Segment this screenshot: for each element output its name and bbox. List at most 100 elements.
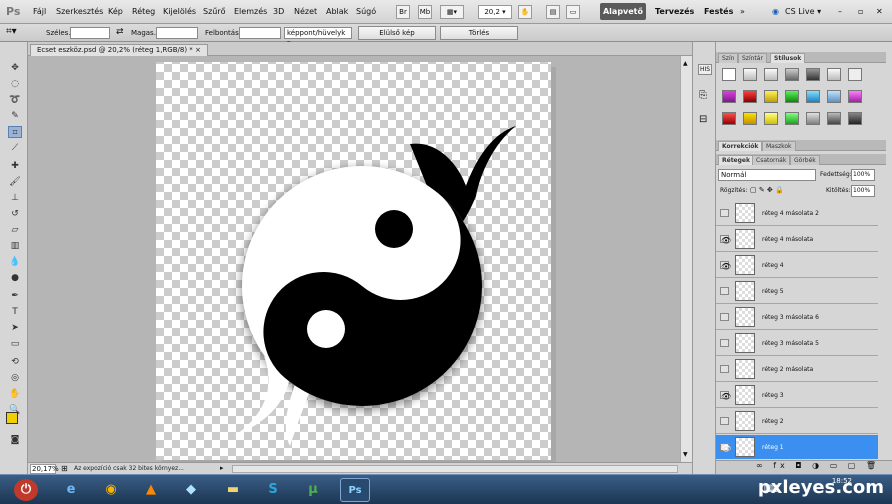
style-swatch[interactable]: [764, 68, 778, 81]
eraser-tool-icon[interactable]: ▱: [8, 224, 22, 236]
workspace-painting[interactable]: Festés: [704, 7, 733, 16]
layer-row-selected[interactable]: 👁 réteg 1: [716, 435, 878, 459]
app-icon[interactable]: ◆: [176, 478, 206, 502]
style-swatch[interactable]: [806, 112, 820, 125]
zoom-level-dropdown[interactable]: 20,2 ▾: [478, 5, 512, 19]
style-swatch[interactable]: [785, 90, 799, 103]
style-swatch[interactable]: [827, 68, 841, 81]
dodge-tool-icon[interactable]: ●: [8, 272, 22, 284]
menu-filter[interactable]: Szűrő: [203, 7, 226, 16]
path-select-tool-icon[interactable]: ➤: [8, 322, 22, 334]
vertical-scrollbar[interactable]: ▲ ▼: [680, 56, 692, 462]
style-swatch[interactable]: [806, 68, 820, 81]
eyedropper-tool-icon[interactable]: ⟋: [8, 142, 22, 154]
document-tab[interactable]: Ecset eszköz.psd @ 20,2% (réteg 1,RGB/8)…: [30, 44, 208, 56]
clear-button[interactable]: Törlés: [440, 26, 518, 40]
utorrent-icon[interactable]: µ: [298, 478, 328, 502]
3d-orbit-tool-icon[interactable]: ◎: [8, 372, 22, 384]
crop-tool-selected-icon[interactable]: ⌗: [8, 126, 22, 138]
bridge-icon[interactable]: Br: [396, 5, 410, 19]
photoshop-taskbar-icon[interactable]: Ps: [340, 478, 370, 502]
marquee-tool-icon[interactable]: ◌: [8, 78, 22, 90]
tab-adjustments[interactable]: Korrekciók: [718, 141, 763, 151]
document-close-icon[interactable]: ×: [195, 46, 201, 54]
hand-icon[interactable]: ✋: [518, 5, 532, 19]
style-swatch[interactable]: [806, 90, 820, 103]
tab-color[interactable]: Szín: [718, 53, 739, 63]
tab-curves[interactable]: Görbék: [790, 155, 820, 165]
eye-icon[interactable]: 👁: [720, 443, 731, 453]
style-swatch[interactable]: [848, 90, 862, 103]
histogram-panel-icon[interactable]: HIS: [698, 64, 713, 75]
maximize-icon[interactable]: ▫: [858, 7, 863, 16]
arrange-documents-icon[interactable]: ▤: [546, 5, 560, 19]
tab-layers[interactable]: Rétegek: [718, 155, 754, 165]
cs-live-menu[interactable]: CS Live ▾: [785, 7, 821, 16]
workspace-more[interactable]: »: [740, 7, 745, 16]
scroll-down-icon[interactable]: ▼: [683, 451, 688, 458]
visibility-toggle[interactable]: [720, 287, 729, 295]
style-swatch[interactable]: [743, 68, 757, 81]
explorer-folder-icon[interactable]: ▬: [218, 478, 248, 502]
visibility-toggle[interactable]: [720, 313, 729, 321]
chrome-icon[interactable]: ◉: [96, 478, 126, 502]
minimize-icon[interactable]: –: [838, 7, 842, 16]
eye-icon[interactable]: 👁: [720, 235, 731, 245]
layer-row[interactable]: 👁 réteg 4: [716, 253, 878, 278]
layer-row[interactable]: 👁 réteg 4 másolata: [716, 227, 878, 252]
layer-row[interactable]: réteg 4 másolata 2: [716, 201, 878, 226]
style-swatch[interactable]: [848, 112, 862, 125]
navigator-panel-icon[interactable]: ⎘: [699, 90, 707, 101]
visibility-toggle[interactable]: [720, 339, 729, 347]
foreground-color-swatch[interactable]: [6, 412, 18, 424]
menu-analysis[interactable]: Elemzés: [234, 7, 267, 16]
scroll-up-icon[interactable]: ▲: [683, 60, 688, 67]
style-swatch[interactable]: [785, 68, 799, 81]
quick-mask-icon[interactable]: ◙: [8, 434, 22, 446]
style-swatch[interactable]: [848, 68, 862, 81]
blend-mode-select[interactable]: Normál: [718, 169, 816, 181]
workspace-essentials[interactable]: Alapvető: [600, 3, 646, 20]
style-swatch[interactable]: [722, 90, 736, 103]
blur-tool-icon[interactable]: 💧: [8, 256, 22, 268]
close-icon[interactable]: ✕: [876, 7, 883, 16]
menu-window[interactable]: Ablak: [326, 7, 348, 16]
layer-row[interactable]: réteg 5: [716, 279, 878, 304]
style-swatch[interactable]: [827, 112, 841, 125]
visibility-toggle[interactable]: [720, 365, 729, 373]
style-swatch[interactable]: [764, 112, 778, 125]
quick-select-tool-icon[interactable]: ✎: [8, 110, 22, 122]
style-swatch[interactable]: [743, 112, 757, 125]
screen-mode-icon[interactable]: ▭: [566, 5, 580, 19]
history-brush-tool-icon[interactable]: ↺: [8, 208, 22, 220]
opacity-field[interactable]: 100%: [851, 169, 875, 181]
eye-icon[interactable]: 👁: [720, 261, 731, 271]
shape-tool-icon[interactable]: ▭: [8, 338, 22, 350]
status-zoom-field[interactable]: 20,17%: [30, 464, 59, 474]
menu-layer[interactable]: Réteg: [132, 7, 155, 16]
eye-icon[interactable]: 👁: [720, 391, 731, 401]
hand-tool-icon[interactable]: ✋: [8, 388, 22, 400]
workspace-design[interactable]: Tervezés: [655, 7, 694, 16]
menu-edit[interactable]: Szerkesztés: [56, 7, 103, 16]
layer-row[interactable]: réteg 2: [716, 409, 878, 434]
brush-tool-icon[interactable]: 🖌: [8, 176, 22, 188]
layer-row[interactable]: réteg 2 másolata: [716, 357, 878, 382]
crop-tool-icon[interactable]: ⌗▾: [6, 26, 17, 37]
healing-brush-tool-icon[interactable]: ✚: [8, 160, 22, 172]
layer-row[interactable]: réteg 3 másolata 5: [716, 331, 878, 356]
move-tool-icon[interactable]: ✥: [8, 62, 22, 74]
menu-file[interactable]: Fájl: [33, 7, 46, 16]
vlc-icon[interactable]: ▲: [136, 478, 166, 502]
style-swatch[interactable]: [722, 68, 736, 81]
front-image-button[interactable]: Elülső kép: [358, 26, 436, 40]
style-swatch[interactable]: [743, 90, 757, 103]
skype-icon[interactable]: S: [258, 478, 288, 502]
resolution-field[interactable]: [239, 27, 281, 39]
style-swatch[interactable]: [764, 90, 778, 103]
canvas-area[interactable]: [28, 56, 680, 462]
pen-tool-icon[interactable]: ✒: [8, 290, 22, 302]
style-swatch[interactable]: [785, 112, 799, 125]
document-canvas[interactable]: [28, 56, 680, 462]
swap-icon[interactable]: ⇄: [116, 27, 124, 37]
